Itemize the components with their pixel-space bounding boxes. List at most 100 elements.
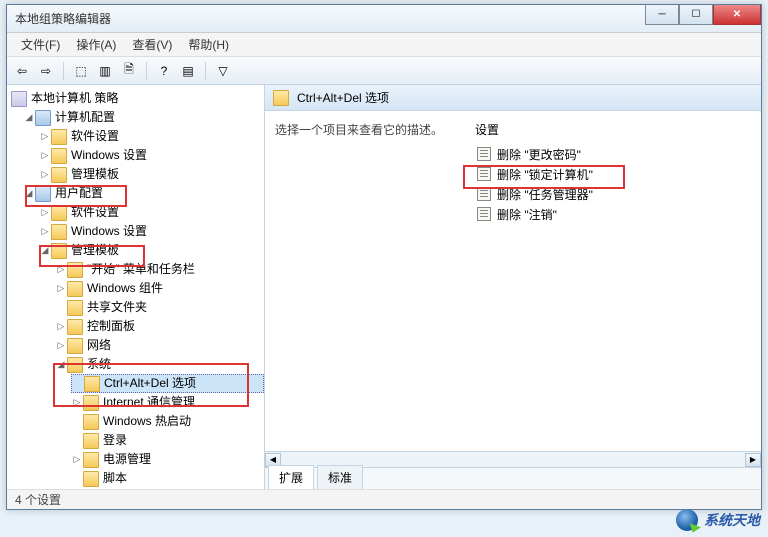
collapse-icon[interactable]: ◢ [23,108,35,127]
tree-item[interactable]: Windows 热启动 [71,412,264,431]
properties-icon[interactable]: ▤ [177,60,199,82]
tree-label: 电源管理 [103,450,151,469]
toolbar-separator [63,62,64,80]
tree-admin-templates[interactable]: ◢管理模板 [39,241,264,260]
expand-icon[interactable]: ▷ [39,127,51,146]
tree-item[interactable]: ▷ Windows 设置 [39,222,264,241]
expand-icon[interactable]: ▷ [39,222,51,241]
folder-icon [83,395,99,411]
tree-item[interactable]: ▷ Internet 通信管理 [71,393,264,412]
description-text: 选择一个项目来查看它的描述。 [275,121,455,138]
close-button[interactable]: ✕ [713,5,761,25]
expand-icon[interactable]: ▷ [55,279,67,298]
tree-root[interactable]: 本地计算机 策略 [7,89,264,108]
collapse-icon[interactable]: ◢ [55,355,67,374]
settings-header: 设置 [475,121,751,138]
tree-label: Internet 通信管理 [103,393,195,412]
setting-item[interactable]: 删除 "更改密码" [475,144,751,164]
folder-icon [84,376,100,392]
window-controls: ─ ☐ ✕ [645,5,761,25]
setting-item[interactable]: 删除 "任务管理器" [475,184,751,204]
tree-item[interactable]: ▷ 软件设置 [39,203,264,222]
tree-pane[interactable]: 本地计算机 策略 ◢ 计算机配置 ▷软件设置 ▷Windows 设置 ▷管理模板… [7,85,265,489]
tree-item[interactable]: ▷ 软件设置 [39,127,264,146]
expand-icon[interactable]: ▷ [55,260,67,279]
tree-ctrl-alt-del[interactable]: Ctrl+Alt+Del 选项 [71,374,264,393]
right-pane: Ctrl+Alt+Del 选项 选择一个项目来查看它的描述。 设置 删除 "更改… [265,85,761,489]
tree-label: Windows 组件 [87,279,163,298]
tree-item[interactable]: 脚本 [71,469,264,488]
expand-icon[interactable]: ▷ [39,203,51,222]
setting-item[interactable]: 删除 "注销" [475,204,751,224]
expand-icon[interactable]: ▷ [39,146,51,165]
tree-item[interactable]: 登录 [71,431,264,450]
maximize-button[interactable]: ☐ [679,5,713,25]
policy-icon [477,147,491,161]
tree-label: Windows 设置 [71,222,147,241]
folder-icon [67,357,83,373]
menubar: 文件(F) 操作(A) 查看(V) 帮助(H) [7,33,761,57]
folder-icon [273,90,289,106]
tree-system[interactable]: ◢系统 [55,355,264,374]
tree-label: Windows 热启动 [103,412,191,431]
tree-label: 用户配置 [55,184,103,203]
tree-label: 软件设置 [71,203,119,222]
user-icon [35,186,51,202]
toolbar: ⇦ ⇨ ⬚ ▥ 🗎 ? ▤ ▽ [7,57,761,85]
description-column: 选择一个项目来查看它的描述。 [265,111,465,451]
tree-item[interactable]: ▷ "开始" 菜单和任务栏 [55,260,264,279]
tree-item[interactable]: ▷ Windows 组件 [55,279,264,298]
folder-icon [51,243,67,259]
menu-file[interactable]: 文件(F) [13,34,68,55]
toolbar-separator [146,62,147,80]
watermark: 系统天地 [676,509,760,531]
tree-label: Windows 设置 [71,146,147,165]
setting-label: 删除 "注销" [497,206,557,223]
menu-view[interactable]: 查看(V) [124,34,180,55]
folder-icon [51,224,67,240]
tab-standard[interactable]: 标准 [317,465,363,489]
tree-item[interactable]: ▷管理模板 [39,165,264,184]
details-tabs: 扩展 标准 [265,467,761,489]
export-list-icon[interactable]: 🗎 [118,60,140,82]
filter-icon[interactable]: ▽ [212,60,234,82]
back-icon[interactable]: ⇦ [11,60,33,82]
folder-icon [51,205,67,221]
tree-item[interactable]: ▷网络 [55,336,264,355]
tree-item[interactable]: ▷ Windows 设置 [39,146,264,165]
computer-icon [35,110,51,126]
expand-icon[interactable]: ▷ [55,336,67,355]
folder-icon [67,262,83,278]
setting-item[interactable]: 删除 "锁定计算机" [475,164,751,184]
menu-action[interactable]: 操作(A) [68,34,124,55]
expand-icon[interactable]: ▷ [71,450,83,469]
tree-computer-config[interactable]: ◢ 计算机配置 [23,108,264,127]
forward-icon[interactable]: ⇨ [35,60,57,82]
up-icon[interactable]: ⬚ [70,60,92,82]
tree-label: 软件设置 [71,127,119,146]
tree-label: 登录 [103,431,127,450]
folder-icon [51,129,67,145]
tab-extended[interactable]: 扩展 [268,465,314,489]
scroll-right-icon[interactable]: ▶ [745,453,761,467]
tree-item[interactable]: ▷控制面板 [55,317,264,336]
expand-icon[interactable]: ▷ [55,317,67,336]
tree-label: "开始" 菜单和任务栏 [87,260,195,279]
help-icon[interactable]: ? [153,60,175,82]
tree-label: 本地计算机 策略 [31,89,118,108]
folder-icon [67,338,83,354]
tree-item[interactable]: ▷ 电源管理 [71,450,264,469]
details-header: Ctrl+Alt+Del 选项 [265,85,761,111]
expand-icon[interactable]: ▷ [39,165,51,184]
minimize-button[interactable]: ─ [645,5,679,25]
tree-user-config[interactable]: ◢ 用户配置 [23,184,264,203]
show-hide-tree-icon[interactable]: ▥ [94,60,116,82]
menu-help[interactable]: 帮助(H) [180,34,237,55]
setting-label: 删除 "任务管理器" [497,186,593,203]
collapse-icon[interactable]: ◢ [23,184,35,203]
tree-item[interactable]: 共享文件夹 [55,298,264,317]
expand-icon[interactable]: ▷ [71,393,83,412]
globe-icon [676,509,698,531]
collapse-icon[interactable]: ◢ [39,241,51,260]
folder-icon [67,281,83,297]
